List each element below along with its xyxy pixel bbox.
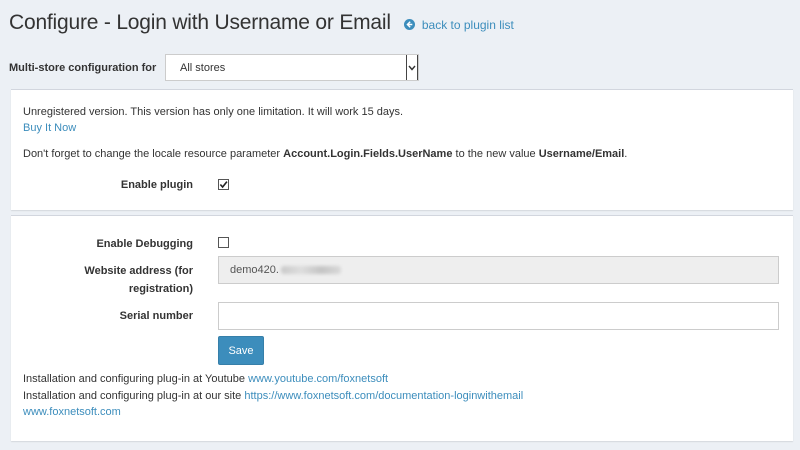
back-link-label: back to plugin list — [421, 17, 514, 32]
locale-parameter: Account.Login.Fields.UserName — [283, 148, 453, 160]
arrow-circle-left-icon — [403, 19, 415, 30]
store-select-value: All stores — [180, 61, 226, 74]
enable-debugging-label: Enable Debugging — [96, 238, 193, 250]
enable-plugin-checkbox[interactable] — [218, 179, 229, 190]
site-info: Installation and configuring plug-in at … — [23, 390, 524, 402]
documentation-link[interactable]: https://www.foxnetsoft.com/documentation… — [244, 390, 523, 402]
multi-store-row: Multi-store configuration for All stores — [9, 54, 419, 81]
save-button[interactable]: Save — [218, 336, 264, 365]
license-panel: Unregistered version. This version has o… — [11, 89, 793, 210]
enable-plugin-label: Enable plugin — [120, 179, 193, 191]
youtube-info: Installation and configuring plug-in at … — [23, 373, 389, 385]
enable-debugging-checkbox[interactable] — [218, 237, 229, 248]
locale-notice: Don't forget to change the locale resour… — [23, 148, 628, 160]
page-header: Configure - Login with Username or Email… — [9, 9, 514, 37]
website-address-input[interactable]: demo420. — [218, 256, 779, 284]
website-address-label: Website address (for registration) — [84, 265, 193, 295]
settings-panel: Enable Debugging Website address (for re… — [11, 215, 793, 441]
chevron-down-icon[interactable] — [406, 55, 418, 80]
multi-store-label: Multi-store configuration for — [9, 61, 157, 74]
redacted-text — [280, 266, 341, 274]
locale-new-value: Username/Email — [538, 148, 625, 160]
serial-number-input[interactable] — [218, 302, 779, 330]
back-to-plugin-list-link[interactable]: back to plugin list — [403, 17, 514, 32]
foxnetsoft-home-link[interactable]: www.foxnetsoft.com — [23, 406, 121, 418]
unregistered-notice: Unregistered version. This version has o… — [23, 106, 404, 118]
page-title: Configure - Login with Username or Email — [9, 11, 391, 34]
store-select[interactable]: All stores — [165, 54, 419, 81]
youtube-link[interactable]: www.youtube.com/foxnetsoft — [248, 373, 388, 385]
buy-it-now-link[interactable]: Buy It Now — [23, 122, 76, 134]
serial-number-label: Serial number — [119, 310, 193, 322]
